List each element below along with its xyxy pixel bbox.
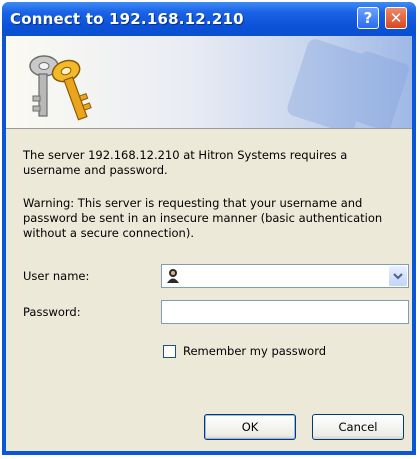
server-message-line: The server 192.168.12.210 at Hitron Syst… — [23, 148, 348, 162]
password-label: Password: — [23, 305, 81, 319]
dialog-body: The server 192.168.12.210 at Hitron Syst… — [6, 36, 412, 451]
chevron-down-icon — [393, 273, 403, 280]
password-field[interactable] — [161, 300, 409, 324]
warning-line: Warning: This server is requesting that … — [23, 196, 363, 210]
remember-password-checkbox[interactable] — [163, 345, 176, 358]
close-button[interactable]: ✕ — [385, 7, 407, 29]
title-bar[interactable]: Connect to 192.168.12.210 ? ✕ — [2, 2, 416, 36]
username-label: User name: — [23, 269, 90, 283]
server-message: The server 192.168.12.210 at Hitron Syst… — [23, 148, 399, 178]
remember-password-label[interactable]: Remember my password — [183, 344, 326, 358]
ok-button[interactable]: OK — [204, 414, 296, 440]
server-message-line: username and password. — [23, 163, 168, 177]
banner — [6, 36, 412, 128]
user-icon — [167, 269, 179, 283]
login-dialog: Connect to 192.168.12.210 ? ✕ The server… — [2, 2, 416, 455]
cancel-button[interactable]: Cancel — [312, 414, 404, 440]
banner-divider — [6, 128, 412, 129]
username-dropdown-button[interactable] — [389, 266, 407, 286]
warning-line: password be sent in an insecure manner (… — [23, 211, 383, 225]
keys-icon — [29, 55, 92, 121]
username-combobox[interactable] — [161, 264, 409, 288]
warning-line: without a secure connection). — [23, 226, 194, 240]
warning-message: Warning: This server is requesting that … — [23, 196, 399, 241]
dialog-title: Connect to 192.168.12.210 — [10, 10, 244, 28]
help-icon: ? — [363, 9, 373, 27]
banner-art — [29, 39, 410, 128]
close-icon: ✕ — [389, 9, 403, 27]
help-button[interactable]: ? — [357, 7, 379, 29]
